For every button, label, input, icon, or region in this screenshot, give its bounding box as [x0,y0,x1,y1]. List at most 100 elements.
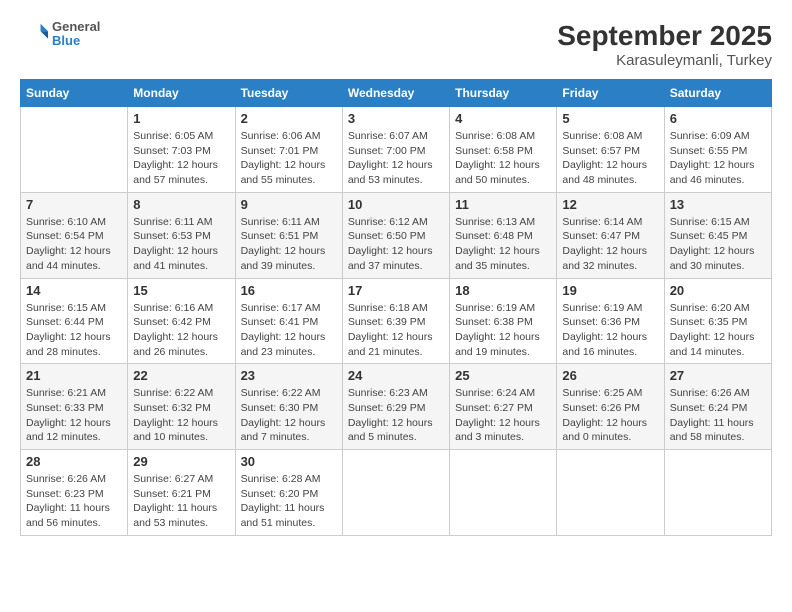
calendar-cell: 23 Sunrise: 6:22 AM Sunset: 6:30 PM Dayli… [235,364,342,450]
calendar-cell: 11Sunrise: 6:13 AM Sunset: 6:48 PM Dayli… [450,192,557,278]
calendar-table: SundayMondayTuesdayWednesdayThursdayFrid… [20,79,772,536]
calendar-cell: 16 Sunrise: 6:17 AM Sunset: 6:41 PM Dayli… [235,278,342,364]
day-number: 22 [133,368,229,383]
day-number: 8 [133,197,229,212]
day-number: 18 [455,283,551,298]
day-number: 17 [348,283,444,298]
calendar-title: September 2025 [557,20,772,52]
day-number: 27 [670,368,766,383]
calendar-cell: 12Sunrise: 6:14 AM Sunset: 6:47 PM Dayli… [557,192,664,278]
day-detail: Sunrise: 6:22 AM Sunset: 6:30 PM Dayligh… [241,386,337,445]
calendar-cell: 9 Sunrise: 6:11 AM Sunset: 6:51 PM Daylig… [235,192,342,278]
calendar-cell: 28 Sunrise: 6:26 AM Sunset: 6:23 PM Dayli… [21,450,128,536]
logo-icon [20,20,48,48]
day-number: 4 [455,111,551,126]
day-of-week-header: Saturday [664,80,771,107]
calendar-cell: 15 Sunrise: 6:16 AM Sunset: 6:42 PM Dayli… [128,278,235,364]
day-number: 15 [133,283,229,298]
day-detail: Sunrise: 6:12 AM Sunset: 6:50 PM Dayligh… [348,215,444,274]
day-detail: Sunrise: 6:16 AM Sunset: 6:42 PM Dayligh… [133,301,229,360]
day-detail: Sunrise: 6:27 AM Sunset: 6:21 PM Dayligh… [133,472,229,531]
calendar-cell: 21 Sunrise: 6:21 AM Sunset: 6:33 PM Dayli… [21,364,128,450]
day-detail: Sunrise: 6:19 AM Sunset: 6:38 PM Dayligh… [455,301,551,360]
calendar-cell: 20 Sunrise: 6:20 AM Sunset: 6:35 PM Dayli… [664,278,771,364]
day-detail: Sunrise: 6:25 AM Sunset: 6:26 PM Dayligh… [562,386,658,445]
calendar-cell: 17 Sunrise: 6:18 AM Sunset: 6:39 PM Dayli… [342,278,449,364]
day-number: 16 [241,283,337,298]
day-detail: Sunrise: 6:09 AM Sunset: 6:55 PM Dayligh… [670,129,766,188]
calendar-cell: 4 Sunrise: 6:08 AM Sunset: 6:58 PM Daylig… [450,107,557,193]
logo-line1: General [52,20,100,34]
day-detail: Sunrise: 6:07 AM Sunset: 7:00 PM Dayligh… [348,129,444,188]
day-detail: Sunrise: 6:15 AM Sunset: 6:44 PM Dayligh… [26,301,122,360]
day-number: 30 [241,454,337,469]
calendar-cell: 22Sunrise: 6:22 AM Sunset: 6:32 PM Dayli… [128,364,235,450]
day-of-week-header: Sunday [21,80,128,107]
day-detail: Sunrise: 6:11 AM Sunset: 6:53 PM Dayligh… [133,215,229,274]
day-detail: Sunrise: 6:11 AM Sunset: 6:51 PM Dayligh… [241,215,337,274]
day-number: 13 [670,197,766,212]
day-detail: Sunrise: 6:08 AM Sunset: 6:58 PM Dayligh… [455,129,551,188]
day-of-week-header: Wednesday [342,80,449,107]
day-number: 23 [241,368,337,383]
day-detail: Sunrise: 6:21 AM Sunset: 6:33 PM Dayligh… [26,386,122,445]
day-number: 10 [348,197,444,212]
day-number: 9 [241,197,337,212]
calendar-week-row: 14 Sunrise: 6:15 AM Sunset: 6:44 PM Dayli… [21,278,772,364]
calendar-cell [557,450,664,536]
calendar-cell: 29 Sunrise: 6:27 AM Sunset: 6:21 PM Dayli… [128,450,235,536]
day-detail: Sunrise: 6:24 AM Sunset: 6:27 PM Dayligh… [455,386,551,445]
calendar-cell: 3 Sunrise: 6:07 AM Sunset: 7:00 PM Daylig… [342,107,449,193]
calendar-subtitle: Karasuleymanli, Turkey [557,52,772,69]
day-number: 12 [562,197,658,212]
day-number: 21 [26,368,122,383]
day-detail: Sunrise: 6:18 AM Sunset: 6:39 PM Dayligh… [348,301,444,360]
day-number: 14 [26,283,122,298]
day-detail: Sunrise: 6:08 AM Sunset: 6:57 PM Dayligh… [562,129,658,188]
logo: General Blue [20,20,100,49]
calendar-cell: 5 Sunrise: 6:08 AM Sunset: 6:57 PM Daylig… [557,107,664,193]
calendar-week-row: 1 Sunrise: 6:05 AM Sunset: 7:03 PM Daylig… [21,107,772,193]
day-number: 6 [670,111,766,126]
day-detail: Sunrise: 6:10 AM Sunset: 6:54 PM Dayligh… [26,215,122,274]
day-detail: Sunrise: 6:19 AM Sunset: 6:36 PM Dayligh… [562,301,658,360]
day-number: 5 [562,111,658,126]
day-detail: Sunrise: 6:05 AM Sunset: 7:03 PM Dayligh… [133,129,229,188]
day-number: 29 [133,454,229,469]
day-detail: Sunrise: 6:26 AM Sunset: 6:23 PM Dayligh… [26,472,122,531]
calendar-cell: 14 Sunrise: 6:15 AM Sunset: 6:44 PM Dayli… [21,278,128,364]
day-detail: Sunrise: 6:20 AM Sunset: 6:35 PM Dayligh… [670,301,766,360]
day-number: 7 [26,197,122,212]
day-number: 25 [455,368,551,383]
calendar-week-row: 28 Sunrise: 6:26 AM Sunset: 6:23 PM Dayli… [21,450,772,536]
calendar-cell: 24 Sunrise: 6:23 AM Sunset: 6:29 PM Dayli… [342,364,449,450]
day-detail: Sunrise: 6:28 AM Sunset: 6:20 PM Dayligh… [241,472,337,531]
day-detail: Sunrise: 6:15 AM Sunset: 6:45 PM Dayligh… [670,215,766,274]
page-header: General Blue September 2025 Karasuleyman… [20,20,772,69]
calendar-cell: 2Sunrise: 6:06 AM Sunset: 7:01 PM Daylig… [235,107,342,193]
day-of-week-header: Friday [557,80,664,107]
day-detail: Sunrise: 6:23 AM Sunset: 6:29 PM Dayligh… [348,386,444,445]
day-number: 28 [26,454,122,469]
calendar-cell [450,450,557,536]
day-number: 2 [241,111,337,126]
calendar-cell: 10 Sunrise: 6:12 AM Sunset: 6:50 PM Dayli… [342,192,449,278]
title-block: September 2025 Karasuleymanli, Turkey [557,20,772,69]
calendar-cell: 8 Sunrise: 6:11 AM Sunset: 6:53 PM Daylig… [128,192,235,278]
day-detail: Sunrise: 6:26 AM Sunset: 6:24 PM Dayligh… [670,386,766,445]
day-number: 19 [562,283,658,298]
day-number: 1 [133,111,229,126]
day-of-week-header: Tuesday [235,80,342,107]
calendar-header-row: SundayMondayTuesdayWednesdayThursdayFrid… [21,80,772,107]
calendar-week-row: 7 Sunrise: 6:10 AM Sunset: 6:54 PM Daylig… [21,192,772,278]
day-detail: Sunrise: 6:17 AM Sunset: 6:41 PM Dayligh… [241,301,337,360]
day-number: 11 [455,197,551,212]
calendar-cell: 6 Sunrise: 6:09 AM Sunset: 6:55 PM Daylig… [664,107,771,193]
calendar-cell: 30 Sunrise: 6:28 AM Sunset: 6:20 PM Dayli… [235,450,342,536]
day-number: 24 [348,368,444,383]
day-number: 20 [670,283,766,298]
calendar-cell: 27 Sunrise: 6:26 AM Sunset: 6:24 PM Dayli… [664,364,771,450]
calendar-cell: 13 Sunrise: 6:15 AM Sunset: 6:45 PM Dayli… [664,192,771,278]
day-number: 3 [348,111,444,126]
calendar-cell [342,450,449,536]
